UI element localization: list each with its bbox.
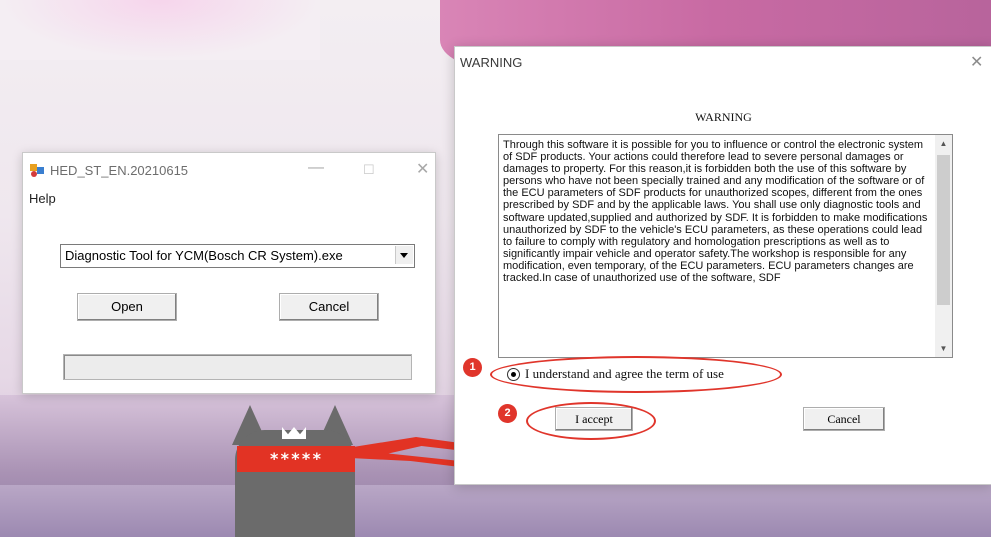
minimize-button[interactable]: — — [308, 159, 324, 177]
app-icon — [30, 164, 44, 177]
scrollbar-thumb[interactable] — [937, 155, 950, 305]
menu-help[interactable]: Help — [29, 191, 56, 206]
warning-body-text: Through this software it is possible for… — [503, 139, 928, 285]
tool-select[interactable]: Diagnostic Tool for YCM(Bosch CR System)… — [60, 244, 415, 268]
wallpaper-glow — [0, 0, 320, 60]
launcher-window: HED_ST_EN.20210615 — ☐ ✕ Help Diagnostic… — [22, 152, 436, 394]
highlight-agree-option — [490, 356, 782, 393]
wallpaper-ground — [0, 485, 991, 537]
warning-close-button[interactable]: ✕ — [970, 52, 983, 72]
launcher-title: HED_ST_EN.20210615 — [50, 163, 189, 178]
progress-bar — [63, 354, 412, 380]
warning-heading: WARNING — [695, 110, 752, 124]
open-button[interactable]: Open — [77, 293, 177, 321]
vertical-scrollbar[interactable]: ▲ ▼ — [935, 135, 952, 357]
cat-mask: ***** — [237, 446, 355, 472]
cancel-button[interactable]: Cancel — [279, 293, 379, 321]
scroll-up-icon[interactable]: ▲ — [935, 135, 952, 152]
chevron-down-icon — [400, 253, 408, 258]
close-button[interactable]: ✕ — [416, 159, 429, 179]
highlight-accept-button — [526, 402, 656, 440]
tool-select-value: Diagnostic Tool for YCM(Bosch CR System)… — [65, 248, 343, 263]
maximize-button[interactable]: ☐ — [363, 162, 375, 178]
step-1-badge: 1 — [463, 358, 482, 377]
scroll-down-icon[interactable]: ▼ — [935, 340, 952, 357]
warning-window-title: WARNING — [460, 55, 523, 70]
step-2-badge: 2 — [498, 404, 517, 423]
warning-text-area[interactable]: Through this software it is possible for… — [498, 134, 953, 358]
dropdown-button[interactable] — [395, 246, 413, 264]
launcher-titlebar[interactable]: HED_ST_EN.20210615 — ☐ ✕ — [23, 153, 435, 187]
warning-cancel-button[interactable]: Cancel — [803, 407, 885, 431]
